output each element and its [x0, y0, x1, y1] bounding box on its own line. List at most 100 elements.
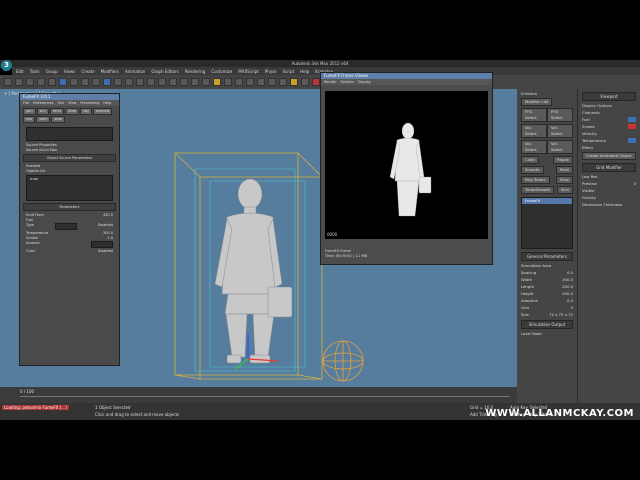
mirror-icon[interactable] [224, 78, 232, 86]
mod-btn-r7[interactable]: Skin [556, 186, 573, 194]
angle-snap-icon[interactable] [180, 78, 188, 86]
timeline[interactable]: 0 / 100 [0, 387, 517, 403]
menu-physx[interactable]: Physx [265, 69, 277, 74]
smoke-amount-field[interactable] [91, 241, 113, 248]
objects-list[interactable]: man [26, 175, 113, 201]
smoke-value[interactable]: 1.0 [107, 236, 113, 240]
emit-from-value[interactable]: 450.0 [103, 213, 113, 217]
color-type-value[interactable]: Disabled [98, 249, 113, 253]
fx-menu-sim[interactable]: Sim [57, 100, 64, 106]
mod-btn-r4[interactable]: Ripple [553, 156, 573, 164]
layer-icon[interactable] [246, 78, 254, 86]
render-setup-icon[interactable] [301, 78, 309, 86]
select-icon[interactable] [59, 78, 67, 86]
create-animated-object-button[interactable]: Create Animated Object [582, 152, 636, 160]
parameters-rollout[interactable]: Parameters [23, 203, 116, 211]
temperature-value[interactable]: 300.0 [103, 231, 113, 235]
fv-menu-render[interactable]: Render [324, 79, 336, 85]
schematic-icon[interactable] [279, 78, 287, 86]
menu-animation[interactable]: Animation [125, 69, 145, 74]
adaptive-value[interactable]: 0.5 [567, 298, 573, 303]
viewport-rollout[interactable]: Viewport [582, 92, 636, 101]
smoke-channel[interactable]: Smoke [582, 124, 595, 129]
length-value[interactable]: 200.0 [562, 284, 573, 289]
material-editor-icon[interactable] [290, 78, 298, 86]
mod-btn-5[interactable]: Smooth [521, 166, 544, 174]
low-res-label[interactable]: Low Res [582, 174, 597, 179]
grid-modifier-rollout[interactable]: Grid Modifier [582, 163, 636, 172]
tab-gen[interactable]: gen [23, 108, 36, 115]
menu-create[interactable]: Create [81, 69, 94, 74]
fx-menu-help[interactable]: Help [103, 100, 111, 106]
mod-btn-3[interactable]: Vol. Select [521, 140, 547, 154]
object-source-rollout[interactable]: Object Source Parameters [23, 154, 116, 162]
general-parameters-rollout[interactable]: General Parameters [521, 252, 573, 261]
unlink-icon[interactable] [37, 78, 45, 86]
menu-group[interactable]: Group [46, 69, 58, 74]
menu-script[interactable]: Script [283, 69, 295, 74]
align-icon[interactable] [235, 78, 243, 86]
menu-edit[interactable]: Edit [16, 69, 24, 74]
tab-illum[interactable]: illum [64, 108, 80, 115]
fuel-type-field[interactable] [54, 223, 77, 230]
grid-value[interactable]: 0 [571, 305, 573, 310]
graphite-icon[interactable] [257, 78, 265, 86]
mod-btn-r3[interactable]: Vol. Select [547, 140, 573, 154]
redo-icon[interactable] [15, 78, 23, 86]
mod-btn-6[interactable]: Poly Select [521, 176, 550, 184]
tab-sim-2[interactable]: sim [23, 116, 36, 123]
menu-tools[interactable]: Tools [30, 69, 40, 74]
app-logo-icon[interactable]: 3 [1, 60, 12, 71]
undo-icon[interactable] [4, 78, 12, 86]
mod-btn-1[interactable]: FFD Select [521, 108, 547, 122]
snap-icon[interactable] [169, 78, 177, 86]
menu-customize[interactable]: Customize [211, 69, 232, 74]
spacing-value[interactable]: 0.0 [567, 270, 573, 275]
fx-menu-file[interactable]: File [23, 100, 29, 106]
menu-help[interactable]: Help [300, 69, 309, 74]
fx-menu-preferences[interactable]: Preferences [33, 100, 54, 106]
temperature-channel[interactable]: Temperature [582, 138, 606, 143]
stack-item-fumefx[interactable]: FumeFX [522, 198, 572, 204]
tab-rend[interactable]: rend [49, 108, 64, 115]
select-by-name-icon[interactable] [70, 78, 78, 86]
fuel-color-swatch[interactable] [628, 117, 636, 122]
tab-sim[interactable]: sim [36, 108, 49, 115]
effect-channel[interactable]: Effect [582, 145, 593, 150]
temp-color-swatch[interactable] [628, 138, 636, 143]
tab-start[interactable]: start [36, 116, 51, 123]
scale-icon[interactable] [125, 78, 133, 86]
mod-btn-2[interactable]: Vol. Select [521, 124, 547, 138]
curve-editor-icon[interactable] [268, 78, 276, 86]
fv-menu-display[interactable]: Display [358, 79, 371, 85]
fuel-type-value[interactable]: Disabled [98, 223, 113, 230]
enabled-checkbox[interactable]: Enabled [26, 164, 40, 168]
sources-list[interactable] [26, 127, 113, 141]
bind-icon[interactable] [48, 78, 56, 86]
menu-maxscript[interactable]: MAXScript [238, 69, 259, 74]
move-icon[interactable] [103, 78, 111, 86]
visible-checkbox[interactable]: Visible [582, 188, 594, 193]
named-selection-icon[interactable] [213, 78, 221, 86]
modifier-list-dropdown[interactable]: Modifier List [521, 98, 553, 106]
pivot-icon[interactable] [147, 78, 155, 86]
preview-value[interactable]: 0 [634, 181, 636, 186]
select-region-icon[interactable] [81, 78, 89, 86]
window-crossing-icon[interactable] [92, 78, 100, 86]
fx-menu-previewing[interactable]: Previewing [80, 100, 99, 106]
link-icon[interactable] [26, 78, 34, 86]
mod-btn-7[interactable]: TurboSmooth [521, 186, 555, 194]
percent-snap-icon[interactable] [191, 78, 199, 86]
width-value[interactable]: 200.0 [562, 277, 573, 282]
render-canvas[interactable]: 0000 [325, 91, 488, 239]
velocity-channel[interactable]: Velocity [582, 131, 597, 136]
mod-btn-r1[interactable]: FFD Select [547, 108, 573, 122]
track-bar[interactable] [20, 396, 510, 402]
menu-modifiers[interactable]: Modifiers [101, 69, 119, 74]
tab-preview[interactable]: preview [92, 108, 113, 115]
time-slider[interactable]: 0 / 100 [20, 389, 34, 394]
tab-obj[interactable]: obj [80, 108, 92, 115]
menu-views[interactable]: Views [64, 69, 76, 74]
mod-btn-r2[interactable]: Vol. Select [547, 124, 573, 138]
load-mode-label[interactable]: Load Mode [521, 331, 542, 336]
